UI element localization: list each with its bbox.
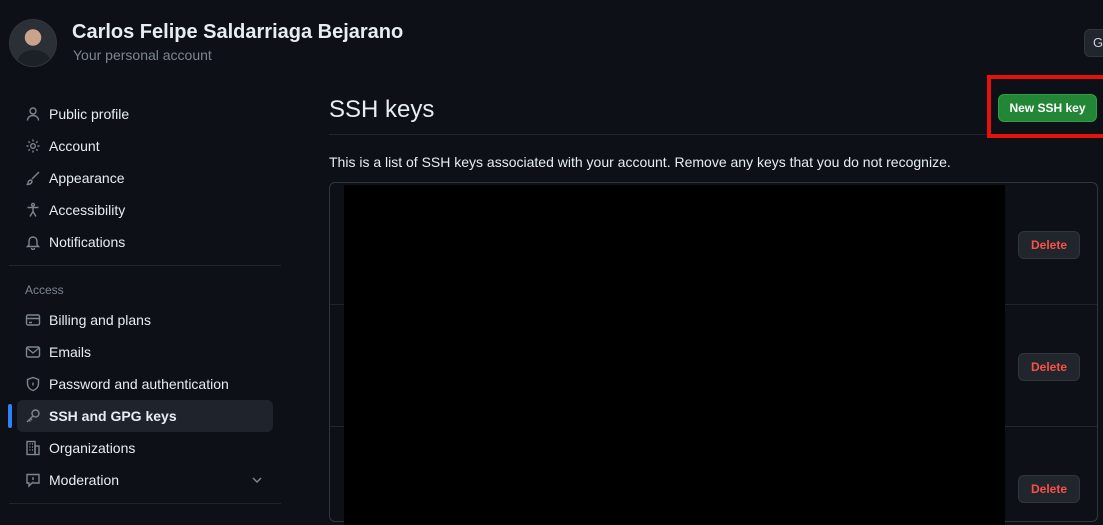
sidebar-divider [9,503,281,504]
sidebar-item-appearance[interactable]: Appearance [17,162,273,194]
account-header: Carlos Felipe Saldarriaga Bejarano Your … [0,0,1103,80]
sidebar-item-emails[interactable]: Emails [17,336,273,368]
delete-key-button[interactable]: Delete [1018,475,1080,503]
key-icon [25,408,41,424]
user-subtitle: Your personal account [73,47,212,63]
sidebar-item-label: Accessibility [49,202,126,218]
sidebar-item-label: Moderation [49,472,120,488]
redacted-key-details [344,185,1005,525]
sidebar-section-title: Access [25,283,64,297]
sidebar-item-label: Appearance [49,170,125,186]
sidebar-item-public-profile[interactable]: Public profile [17,98,273,130]
shield-lock-icon [25,376,41,392]
sidebar-item-notifications[interactable]: Notifications [17,226,273,258]
sidebar-item-accessibility[interactable]: Accessibility [17,194,273,226]
sidebar-item-billing[interactable]: Billing and plans [17,304,273,336]
title-divider [329,134,1098,135]
ssh-keys-description: This is a list of SSH keys associated wi… [329,154,951,170]
sidebar-item-label: Password and authentication [49,376,229,392]
sidebar-item-organizations[interactable]: Organizations [17,432,273,464]
sidebar-item-label: Emails [49,344,92,360]
sidebar-item-moderation[interactable]: Moderation [17,464,273,496]
delete-key-button[interactable]: Delete [1018,231,1080,259]
sidebar-item-label: Notifications [49,234,126,250]
gear-icon [25,138,41,154]
report-icon [25,472,41,488]
delete-key-button[interactable]: Delete [1018,353,1080,381]
person-icon [25,106,41,122]
new-ssh-key-button[interactable]: New SSH key [998,94,1097,122]
sidebar-divider [9,265,281,266]
sidebar-item-label: Billing and plans [49,312,151,328]
sidebar-item-password[interactable]: Password and authentication [17,368,273,400]
mail-icon [25,344,41,360]
credit-card-icon [25,312,41,328]
sidebar-item-label: Account [49,138,100,154]
sidebar-item-ssh-gpg-keys[interactable]: SSH and GPG keys [17,400,273,432]
organization-icon [25,440,41,456]
page-title: SSH keys [329,96,435,123]
sidebar-item-label: SSH and GPG keys [49,408,177,424]
chevron-down-icon[interactable] [249,472,265,488]
paintbrush-icon [25,170,41,186]
bell-icon [25,234,41,250]
accessibility-icon [25,202,41,218]
avatar[interactable] [9,19,57,67]
user-name[interactable]: Carlos Felipe Saldarriaga Bejarano [72,21,403,44]
active-indicator [8,404,12,428]
sidebar-item-label: Organizations [49,440,136,456]
go-to-profile-button[interactable]: G [1084,29,1103,57]
sidebar-item-account[interactable]: Account [17,130,273,162]
sidebar-item-label: Public profile [49,106,130,122]
ssh-keys-list: Delete Delete Delete [329,182,1098,525]
